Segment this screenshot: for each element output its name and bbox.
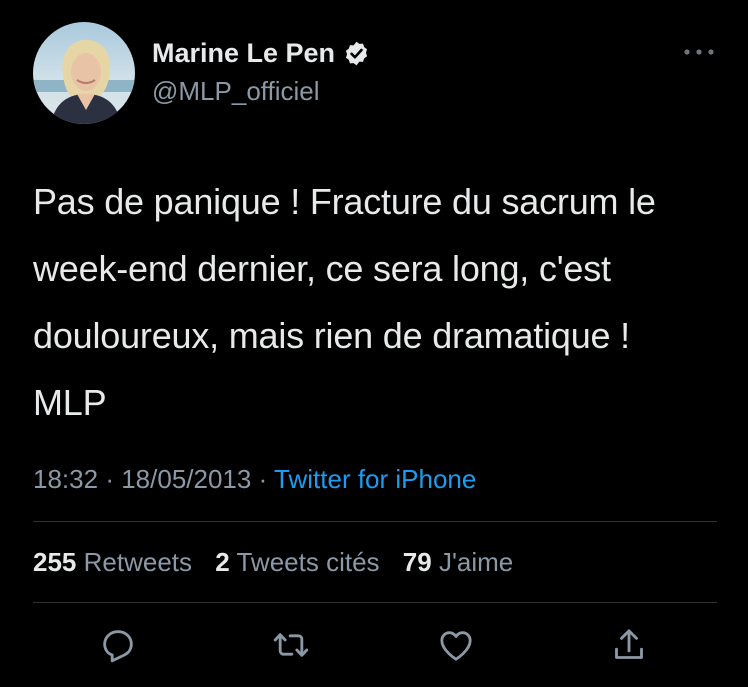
author-name-row[interactable]: Marine Le Pen [152, 38, 370, 69]
avatar-photo [33, 22, 135, 124]
tweet-stats: 255 Retweets 2 Tweets cités 79 J'aime [33, 547, 529, 578]
author-name[interactable]: Marine Le Pen [152, 38, 335, 69]
likes-count: 79 [402, 547, 432, 577]
quotes-label: Tweets cités [236, 547, 380, 577]
tweet-source-link[interactable]: Twitter for iPhone [274, 464, 476, 494]
avatar[interactable] [33, 22, 135, 124]
reply-icon[interactable] [98, 625, 138, 665]
likes-label: J'aime [438, 547, 514, 577]
tweet-date[interactable]: 18/05/2013 [121, 464, 251, 494]
like-icon[interactable] [436, 625, 476, 665]
quotes-count: 2 [215, 547, 230, 577]
tweet-time[interactable]: 18:32 [33, 464, 98, 494]
share-icon[interactable] [609, 625, 649, 665]
verified-badge-icon [345, 41, 368, 66]
retweets-stat[interactable]: 255 Retweets [33, 547, 192, 577]
retweets-count: 255 [33, 547, 77, 577]
quote-tweets-stat[interactable]: 2 Tweets cités [215, 547, 379, 577]
tweet-metadata: 18:32 · 18/05/2013 · Twitter for iPhone [33, 464, 476, 495]
tweet-text: Pas de panique ! Fracture du sacrum le w… [33, 181, 656, 423]
retweets-label: Retweets [83, 547, 193, 577]
divider [33, 602, 717, 603]
author-handle[interactable]: @MLP_officiel [152, 76, 320, 107]
divider [33, 521, 717, 522]
likes-stat[interactable]: 79 J'aime [403, 547, 513, 577]
meta-separator: · [105, 464, 114, 494]
meta-separator: · [258, 464, 268, 494]
retweet-icon[interactable] [271, 625, 311, 665]
action-bar [0, 625, 748, 669]
more-options-icon[interactable] [681, 42, 717, 62]
